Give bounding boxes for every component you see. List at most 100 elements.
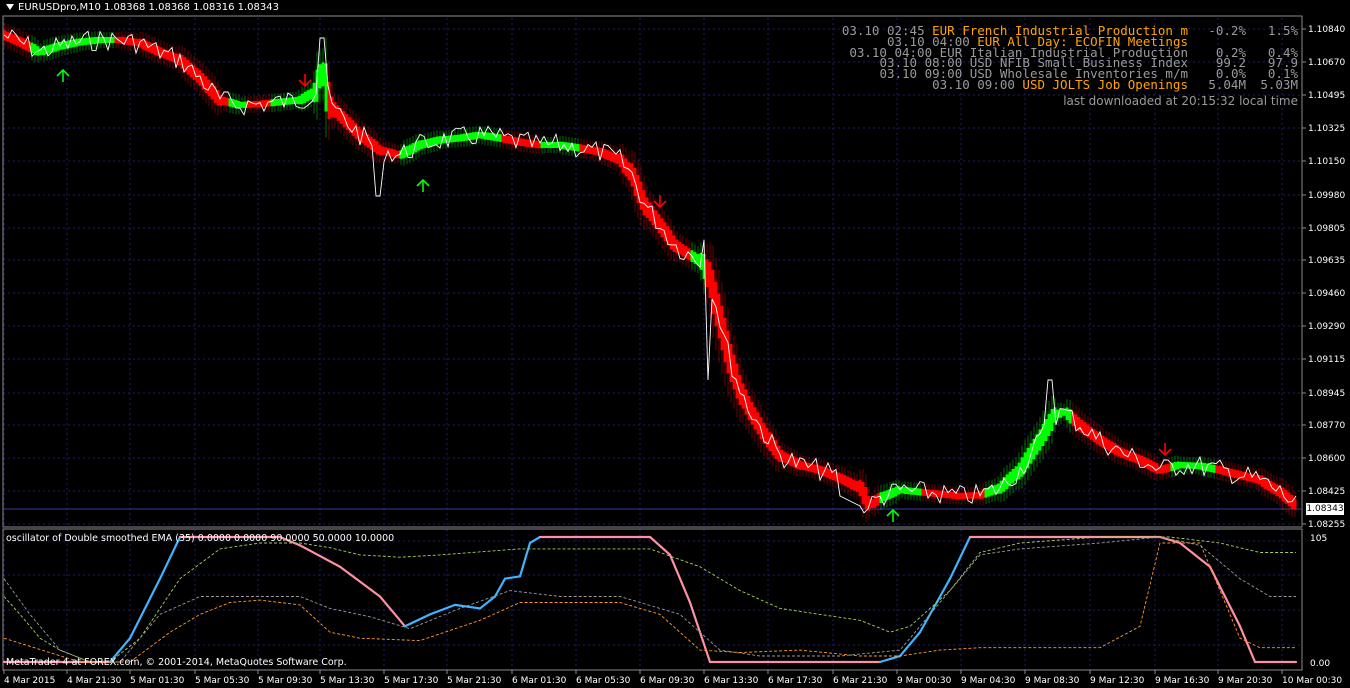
candle-body xyxy=(534,140,538,149)
candle-body xyxy=(84,37,88,45)
candle-body xyxy=(681,244,685,257)
sell-arrow-icon xyxy=(298,74,312,88)
candle-body xyxy=(54,42,58,52)
axes: 1.10840 1.10670 1.10495 1.10325 1.10150 1.099… xyxy=(3,25,1345,686)
candle-body xyxy=(852,479,856,491)
oscillator-max-label: 105 xyxy=(1310,534,1327,544)
oscillator-line xyxy=(898,631,922,658)
candle-body xyxy=(390,148,394,158)
price-axis-label: 1.08770 xyxy=(1308,421,1345,431)
time-axis-label: 5 Mar 01:30 xyxy=(130,676,185,686)
candle-body xyxy=(1260,475,1264,487)
candle-body xyxy=(792,456,796,468)
time-axis-label: 9 Mar 20:30 xyxy=(1218,676,1273,686)
candle-body xyxy=(1176,461,1180,470)
candle-body xyxy=(1068,409,1072,424)
time-axis-label: 6 Mar 21:30 xyxy=(833,676,888,686)
candle-body xyxy=(591,146,595,155)
candle-body xyxy=(12,34,16,45)
candle-body xyxy=(1239,471,1243,480)
candle-body xyxy=(306,90,310,102)
news-footer: last downloaded at 20:15:32 local time xyxy=(1063,94,1298,108)
price-axis-label: 1.10325 xyxy=(1308,124,1345,134)
candle-body xyxy=(1065,407,1069,420)
candle-body xyxy=(327,82,331,120)
candle-body xyxy=(915,488,919,496)
candle-body xyxy=(960,492,964,500)
candle-body xyxy=(153,44,157,55)
oscillator-line xyxy=(528,535,542,545)
candle-body xyxy=(543,142,547,148)
news-event: USD JOLTS Job Openings xyxy=(1022,76,1188,92)
candle-body xyxy=(1083,422,1087,436)
candle-body xyxy=(1107,439,1111,452)
news-time: 03.10 09:00 xyxy=(932,76,1023,92)
candle-body xyxy=(1044,419,1048,441)
buy-arrow-icon xyxy=(886,508,900,522)
oscillator-panel xyxy=(2,535,1298,664)
candle-body xyxy=(891,487,895,498)
candle-body xyxy=(453,135,457,142)
oscillator-line xyxy=(918,577,952,634)
candle-body xyxy=(336,105,340,121)
candle-body xyxy=(1032,438,1036,460)
news-row: 03.10 09:00 USD JOLTS Job Openings 5.04M 5… xyxy=(842,76,1298,92)
candle-body xyxy=(321,62,325,87)
candle-body xyxy=(363,132,367,146)
candle-body xyxy=(237,101,241,109)
mid-level-line xyxy=(3,536,1296,663)
candle-body xyxy=(843,475,847,486)
oscillator-line xyxy=(518,541,532,578)
candle-body xyxy=(225,97,229,106)
time-axis-label: 5 Mar 21:30 xyxy=(447,676,502,686)
candle-body xyxy=(1125,449,1129,460)
price-axis-label: 1.09290 xyxy=(1308,322,1345,332)
candle-body xyxy=(1209,464,1213,473)
candle-body xyxy=(435,136,439,145)
price-axis-label: 1.09635 xyxy=(1308,256,1345,266)
candle-body xyxy=(1020,457,1024,477)
news-actual: -0.2% xyxy=(1208,23,1246,38)
candle-body xyxy=(678,242,682,255)
oscillator-line xyxy=(128,577,162,640)
candle-body xyxy=(1161,465,1165,474)
candle-body xyxy=(753,407,757,430)
candle-body xyxy=(1182,461,1186,469)
candle-body xyxy=(612,152,616,163)
candle-body xyxy=(507,135,511,144)
candle-body xyxy=(846,476,850,488)
time-axis-label: 10 Mar 00:30 xyxy=(1282,676,1342,686)
candle-body xyxy=(669,230,673,250)
candle-body xyxy=(1218,465,1222,475)
candle-body xyxy=(1104,437,1108,450)
candle-body xyxy=(732,354,736,390)
candle-body xyxy=(876,493,880,506)
candle-body xyxy=(333,102,337,118)
news-forecast: 1.5% xyxy=(1267,23,1298,38)
candle-body xyxy=(819,465,823,476)
candle-body xyxy=(471,132,475,140)
time-axis-label: 6 Mar 05:30 xyxy=(576,676,631,686)
time-axis-label: 5 Mar 05:30 xyxy=(195,676,250,686)
candle-body xyxy=(1113,443,1117,455)
price-axis-label: 1.10150 xyxy=(1308,157,1345,167)
candle-body xyxy=(627,162,631,181)
candle-body xyxy=(1293,498,1297,510)
main-frame xyxy=(2,15,1303,528)
candle-body xyxy=(720,305,724,351)
candle-body xyxy=(576,143,580,152)
candle-body xyxy=(813,464,817,473)
time-axis-label: 5 Mar 13:30 xyxy=(320,676,375,686)
price-axis-label: 1.08600 xyxy=(1308,454,1345,464)
chart-header: EURUSDpro,M10 1.08368 1.08368 1.08316 1.… xyxy=(6,2,279,13)
dropdown-triangle-icon[interactable] xyxy=(6,4,14,10)
price-axis-label: 1.10840 xyxy=(1308,25,1345,35)
candle-body xyxy=(864,487,868,510)
candle-body xyxy=(240,101,244,108)
news-panel: 03.10 02:45 EUR French Industrial Produc… xyxy=(842,23,1298,92)
candle-body xyxy=(309,88,313,100)
candle-body xyxy=(1233,469,1237,478)
candle-body xyxy=(735,363,739,399)
candle-body xyxy=(840,473,844,485)
candle-body xyxy=(858,479,862,497)
